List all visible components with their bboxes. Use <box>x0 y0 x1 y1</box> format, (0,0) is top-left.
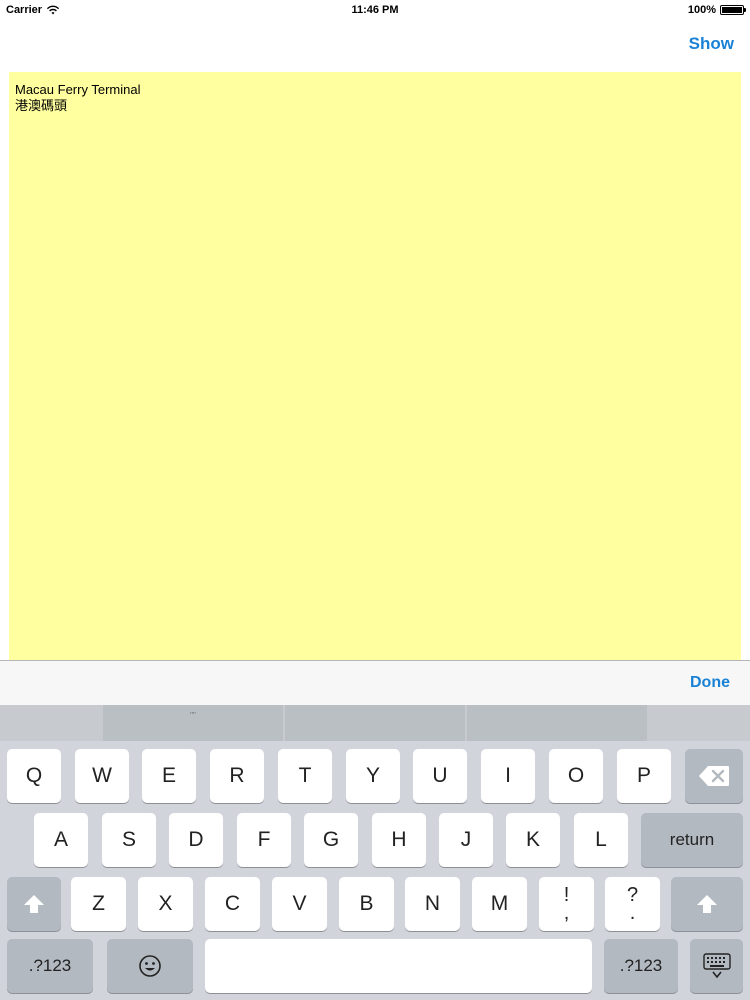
shift-icon <box>697 895 717 913</box>
suggestion-item[interactable] <box>285 705 465 741</box>
note-line: Macau Ferry Terminal <box>15 82 141 97</box>
key-k[interactable]: K <box>506 813 560 867</box>
suggestion-item[interactable]: "" <box>103 705 283 741</box>
key-g[interactable]: G <box>304 813 358 867</box>
key-r[interactable]: R <box>210 749 264 803</box>
status-bar: Carrier 11:46 PM 100% <box>0 0 750 22</box>
key-d[interactable]: D <box>169 813 223 867</box>
suggestion-bar: "" <box>0 705 750 741</box>
key-p[interactable]: P <box>617 749 671 803</box>
numbers-key-right[interactable]: .?123 <box>604 939 678 993</box>
key-bottom-char: . <box>629 902 636 924</box>
done-button[interactable]: Done <box>690 674 730 692</box>
key-j[interactable]: J <box>439 813 493 867</box>
note-text-area[interactable]: Macau Ferry Terminal 港澳碼頭 <box>9 72 741 662</box>
key-l[interactable]: L <box>574 813 628 867</box>
key-x[interactable]: X <box>138 877 193 931</box>
shift-key-right[interactable] <box>671 877 743 931</box>
battery-percent: 100% <box>687 4 716 16</box>
backspace-key[interactable] <box>685 749 743 803</box>
key-c[interactable]: C <box>205 877 260 931</box>
space-key[interactable] <box>205 939 592 993</box>
key-i[interactable]: I <box>481 749 535 803</box>
backspace-icon <box>699 766 729 786</box>
key-b[interactable]: B <box>339 877 394 931</box>
key-f[interactable]: F <box>237 813 291 867</box>
key-question-period[interactable]: ? . <box>605 877 660 931</box>
key-t[interactable]: T <box>278 749 332 803</box>
show-button[interactable]: Show <box>689 34 734 54</box>
keyboard: "" Q W E R T Y U I O P A S D F G H J K L… <box>0 705 750 1000</box>
key-u[interactable]: U <box>413 749 467 803</box>
key-n[interactable]: N <box>405 877 460 931</box>
key-y[interactable]: Y <box>346 749 400 803</box>
numbers-key-left[interactable]: .?123 <box>7 939 93 993</box>
key-a[interactable]: A <box>34 813 88 867</box>
key-z[interactable]: Z <box>71 877 126 931</box>
status-time: 11:46 PM <box>351 4 399 16</box>
status-right: 100% <box>687 4 746 16</box>
key-q[interactable]: Q <box>7 749 61 803</box>
key-s[interactable]: S <box>102 813 156 867</box>
note-line: 港澳碼頭 <box>15 98 68 113</box>
emoji-icon <box>139 955 161 977</box>
key-bottom-char: , <box>563 902 570 924</box>
key-e[interactable]: E <box>142 749 196 803</box>
shift-icon <box>24 895 44 913</box>
keyboard-accessory-bar: Done <box>0 660 750 705</box>
key-h[interactable]: H <box>372 813 426 867</box>
return-key[interactable]: return <box>641 813 743 867</box>
shift-key-left[interactable] <box>7 877 61 931</box>
key-m[interactable]: M <box>472 877 527 931</box>
suggestion-item[interactable] <box>467 705 647 741</box>
key-exclamation-comma[interactable]: ! , <box>539 877 594 931</box>
hide-keyboard-key[interactable] <box>690 939 743 993</box>
key-w[interactable]: W <box>75 749 129 803</box>
key-v[interactable]: V <box>272 877 327 931</box>
keyboard-hide-icon <box>702 953 731 979</box>
emoji-key[interactable] <box>107 939 193 993</box>
key-o[interactable]: O <box>549 749 603 803</box>
battery-icon <box>720 5 746 15</box>
